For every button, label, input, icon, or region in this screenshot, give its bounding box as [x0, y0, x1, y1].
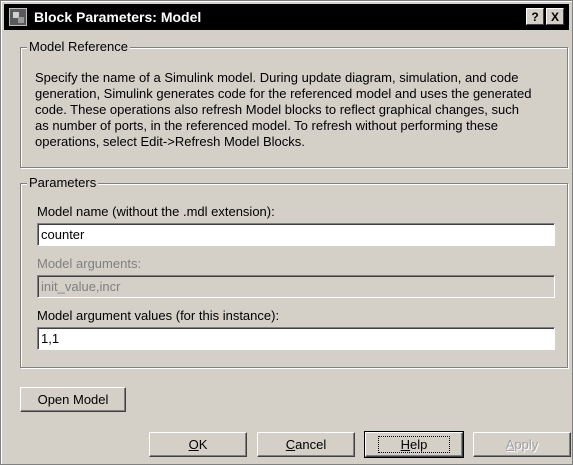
simulink-block-icon	[9, 8, 27, 26]
block-parameters-dialog: Block Parameters: Model ? X Model Refere…	[0, 0, 573, 465]
model-name-label: Model name (without the .mdl extension):	[37, 204, 275, 219]
model-argument-values-label: Model argument values (for this instance…	[37, 308, 280, 323]
cancel-label-rest: ancel	[295, 436, 327, 452]
ok-button[interactable]: OK	[149, 432, 247, 457]
ok-label-rest: K	[198, 436, 208, 452]
model-name-input[interactable]	[37, 223, 555, 246]
help-mnemonic: H	[400, 436, 411, 452]
parameters-group: Parameters Model name (without the .mdl …	[20, 175, 568, 368]
parameters-legend: Parameters	[27, 175, 99, 191]
model-reference-group: Model Reference Specify the name of a Si…	[20, 39, 568, 168]
model-arguments-input	[37, 275, 555, 298]
help-label-rest: elp	[410, 436, 428, 452]
help-button[interactable]: Help	[364, 431, 464, 458]
cancel-mnemonic: C	[285, 436, 296, 452]
open-model-button[interactable]: Open Model	[20, 387, 126, 412]
context-help-button[interactable]: ?	[526, 8, 544, 25]
apply-button: Apply	[473, 432, 571, 457]
window-title: Block Parameters: Model	[34, 9, 202, 25]
model-arguments-label: Model arguments:	[37, 256, 142, 271]
apply-label-rest: pply	[514, 436, 539, 452]
help-focus-ring: Help	[377, 435, 451, 453]
ok-mnemonic: O	[188, 436, 199, 452]
model-reference-description: Specify the name of a Simulink model. Du…	[35, 70, 532, 149]
cancel-button[interactable]: Cancel	[257, 432, 355, 457]
model-reference-legend: Model Reference	[27, 39, 130, 55]
close-button[interactable]: X	[546, 8, 564, 25]
model-argument-values-input[interactable]	[37, 327, 555, 350]
title-bar[interactable]: Block Parameters: Model ? X	[4, 4, 569, 30]
